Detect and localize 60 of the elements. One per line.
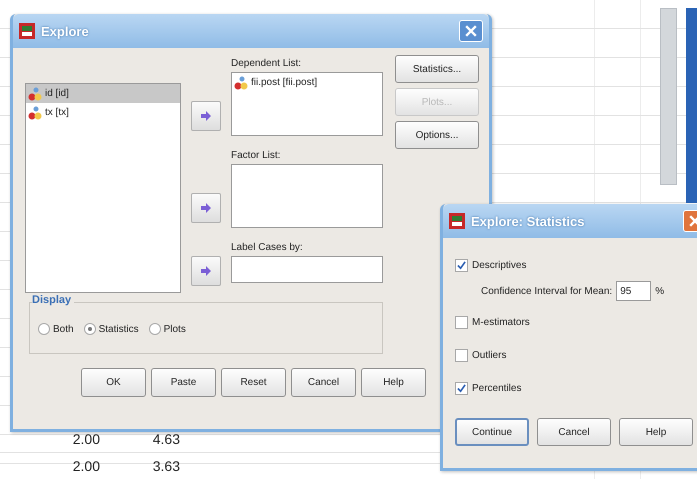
arrow-icon xyxy=(200,265,212,277)
close-button[interactable] xyxy=(459,20,483,42)
radio-option[interactable]: Statistics xyxy=(84,323,139,335)
move-arrow-button[interactable] xyxy=(191,256,221,286)
table-cell-text: 2.00 xyxy=(72,458,100,474)
checkbox[interactable] xyxy=(455,348,468,362)
variable-icon xyxy=(28,106,42,120)
field-label: Confidence Interval for Mean: xyxy=(481,286,612,296)
arrow-icon xyxy=(200,110,212,122)
app-icon xyxy=(449,213,465,229)
checkbox[interactable] xyxy=(455,382,468,394)
dialog-button[interactable]: Help xyxy=(361,368,426,397)
scrollbar[interactable] xyxy=(660,8,677,185)
dialog-button[interactable]: Help xyxy=(619,418,693,446)
dialog-button[interactable]: Reset xyxy=(221,368,286,397)
variable-item[interactable]: id [id] xyxy=(26,84,180,103)
radio-button[interactable] xyxy=(38,323,50,335)
radio-option[interactable]: Both xyxy=(38,323,74,335)
variable-icon xyxy=(28,86,42,100)
factor-list[interactable] xyxy=(231,164,383,228)
variable-icon xyxy=(234,76,248,90)
app-icon xyxy=(19,23,35,39)
variable-label: fii.post [fii.post] xyxy=(251,77,318,88)
checkbox[interactable] xyxy=(455,258,468,272)
dialog-button[interactable]: Cancel xyxy=(291,368,356,397)
dialog-button[interactable]: OK xyxy=(81,368,146,397)
dialog-button[interactable]: Statistics... xyxy=(395,55,479,83)
move-arrow-button[interactable] xyxy=(191,101,221,131)
input-field[interactable]: 95 xyxy=(616,281,652,301)
unit-label: % xyxy=(655,286,664,296)
variable-item[interactable]: fii.post [fii.post] xyxy=(232,73,382,92)
window-title: Explore: Statistics xyxy=(471,214,586,228)
field-label: Dependent List: xyxy=(231,58,302,71)
dialog-button[interactable]: Paste xyxy=(151,368,216,397)
table-cell-text: 2.00 xyxy=(72,431,100,447)
field-label: Factor List: xyxy=(231,150,282,163)
field-label: Label Cases by: xyxy=(231,242,304,255)
close-icon xyxy=(465,25,477,37)
dependent-list[interactable]: fii.post [fii.post] xyxy=(231,72,383,136)
move-arrow-button[interactable] xyxy=(191,193,221,223)
dialog-button[interactable]: Options... xyxy=(395,121,479,149)
table-cell-text: 3.63 xyxy=(152,458,180,474)
label-cases-field[interactable] xyxy=(231,256,383,283)
variable-label: id [id] xyxy=(45,88,69,99)
variable-item[interactable]: tx [tx] xyxy=(26,103,180,122)
checkbox-option[interactable]: Descriptives xyxy=(455,254,697,276)
radio-option[interactable]: Plots xyxy=(148,323,186,335)
checkbox[interactable] xyxy=(455,316,468,328)
group-title: Display xyxy=(32,294,74,306)
dialog-button[interactable]: Continue xyxy=(455,418,529,446)
variable-label: tx [tx] xyxy=(45,107,69,118)
checkbox-option[interactable]: Percentiles xyxy=(455,377,697,399)
dialog-button[interactable]: Cancel xyxy=(537,418,611,446)
radio-button[interactable] xyxy=(148,323,161,335)
radio-button[interactable] xyxy=(84,323,96,335)
checkbox-option[interactable]: Outliers xyxy=(455,344,697,366)
window-title: Explore xyxy=(41,24,90,38)
table-cell-text: 4.63 xyxy=(152,431,180,447)
checkbox-option[interactable]: M-estimators xyxy=(455,311,697,333)
arrow-icon xyxy=(200,202,212,214)
